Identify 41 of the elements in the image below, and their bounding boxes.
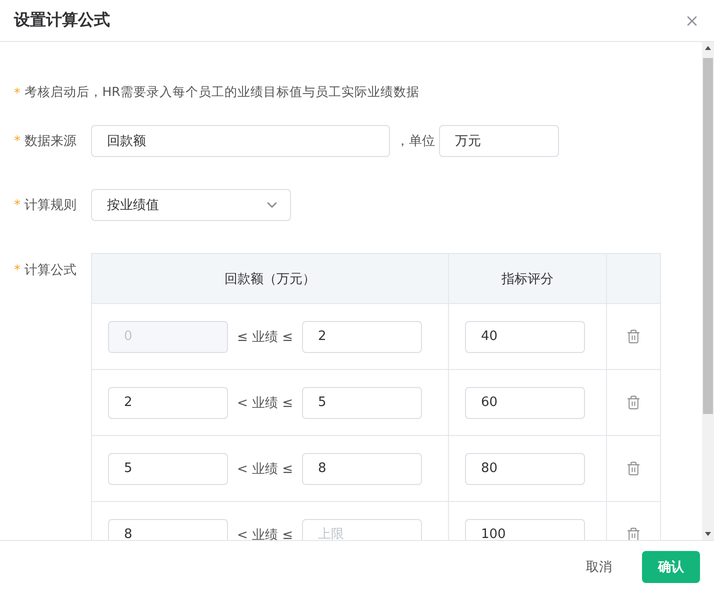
unit-label: ，单位	[396, 133, 435, 150]
cancel-button[interactable]: 取消	[570, 551, 628, 583]
score-field[interactable]: 80	[465, 452, 585, 484]
upper-bound-field[interactable]: 2	[302, 320, 422, 352]
delete-button[interactable]	[626, 329, 641, 344]
score-field[interactable]: 100	[465, 518, 585, 540]
delete-button[interactable]	[626, 527, 641, 540]
delete-button[interactable]	[626, 395, 641, 410]
trash-icon	[626, 461, 641, 476]
column-header: 回款额（万元）	[92, 254, 449, 303]
input-field[interactable]: 回款额	[91, 125, 390, 157]
unit-field[interactable]: 万元	[439, 125, 559, 157]
upper-bound-field[interactable]: 5	[302, 386, 422, 418]
required-mark: *	[14, 198, 20, 213]
rule-dropdown[interactable]: 按业绩值	[91, 189, 291, 221]
column-header: 指标评分	[449, 254, 607, 303]
note-text: 考核启动后，HR需要录入每个员工的业绩目标值与员工实际业绩数据	[24, 84, 420, 100]
upper-bound-field[interactable]: 8	[302, 452, 422, 484]
delete-button[interactable]	[626, 461, 641, 476]
range-operator: ≤ 业绩 ≤	[236, 328, 294, 346]
upper-bound-field[interactable]: 上限	[302, 518, 422, 540]
required-mark: *	[14, 134, 20, 149]
lower-bound-field[interactable]: 2	[108, 386, 228, 418]
required-mark: *	[14, 84, 20, 100]
required-mark: *	[14, 263, 20, 278]
range-operator: < 业绩 ≤	[236, 526, 294, 540]
trash-icon	[626, 395, 641, 410]
field-label: 计算规则	[24, 198, 76, 213]
trash-icon	[626, 527, 641, 540]
lower-bound-field[interactable]: 8	[108, 518, 228, 540]
score-field[interactable]: 60	[465, 386, 585, 418]
range-operator: < 业绩 ≤	[236, 460, 294, 478]
range-operator: < 业绩 ≤	[236, 394, 294, 412]
lower-bound-field[interactable]: 5	[108, 452, 228, 484]
field-label: 计算公式	[24, 263, 76, 278]
score-field[interactable]: 40	[465, 320, 585, 352]
field-label: 数据来源	[24, 134, 76, 149]
scrollbar-thumb[interactable]	[703, 58, 713, 414]
scrollbar[interactable]	[702, 42, 714, 540]
trash-icon	[626, 329, 641, 344]
dialog-title: 设置计算公式	[14, 10, 110, 31]
